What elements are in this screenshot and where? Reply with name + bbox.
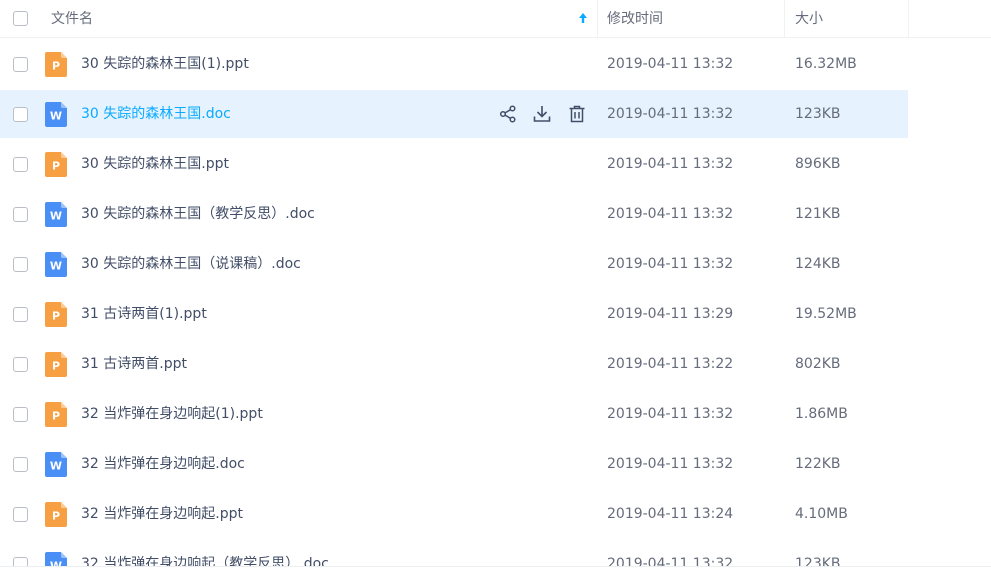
modified-time: 2019-04-11 13:32 [607,206,734,222]
file-row[interactable]: P 30 失踪的森林王国.ppt 2019-04-11 13:32 896KB [0,139,991,189]
modified-time: 2019-04-11 13:32 [607,156,734,172]
svg-text:P: P [52,310,60,323]
file-size: 122KB [795,456,841,472]
file-size: 121KB [795,206,841,222]
file-name[interactable]: 30 失踪的森林王国（教学反思）.doc [81,189,315,239]
file-size: 802KB [795,356,841,372]
file-row[interactable]: P 30 失踪的森林王国(1).ppt 2019-04-11 13:32 16.32M… [0,39,991,89]
file-row[interactable]: P 31 古诗两首(1).ppt 2019-04-11 13:29 19.52MB [0,289,991,339]
file-name[interactable]: 32 当炸弹在身边响起.doc [81,439,245,489]
row-checkbox[interactable] [13,107,28,122]
file-row[interactable]: W 32 当炸弹在身边响起.doc 2019-04-11 13:32 122KB [0,439,991,489]
modified-time: 2019-04-11 13:22 [607,356,734,372]
modified-time: 2019-04-11 13:29 [607,306,734,322]
ppt-file-icon: P [45,402,67,427]
file-size: 896KB [795,156,841,172]
file-size: 1.86MB [795,406,848,422]
download-icon[interactable] [532,104,552,124]
row-checkbox[interactable] [13,207,28,222]
file-name[interactable]: 30 失踪的森林王国.ppt [81,139,229,189]
svg-text:P: P [52,60,60,73]
row-checkbox[interactable] [13,407,28,422]
column-header-size[interactable]: 大小 [795,0,823,38]
file-row[interactable]: W 30 失踪的森林王国.doc 2019-04-11 13:32 123KB [0,89,991,139]
svg-text:P: P [52,160,60,173]
word-file-icon: W [45,452,67,477]
word-file-icon: W [45,202,67,227]
trash-icon[interactable] [567,104,587,124]
file-name[interactable]: 30 失踪的森林王国(1).ppt [81,39,249,89]
file-name[interactable]: 30 失踪的森林王国.doc [81,89,231,139]
sort-ascending-icon[interactable] [577,11,589,25]
svg-text:P: P [52,510,60,523]
file-row[interactable]: W 30 失踪的森林王国（说课稿）.doc 2019-04-11 13:32 124K… [0,239,991,289]
select-all-checkbox[interactable] [13,11,28,26]
file-row[interactable]: P 31 古诗两首.ppt 2019-04-11 13:22 802KB [0,339,991,389]
ppt-file-icon: P [45,152,67,177]
modified-time: 2019-04-11 13:32 [607,256,734,272]
file-size: 4.10MB [795,506,848,522]
svg-text:P: P [52,360,60,373]
column-header-name[interactable]: 文件名 [51,0,93,38]
file-row[interactable]: P 32 当炸弹在身边响起.ppt 2019-04-11 13:24 4.10MB [0,489,991,539]
ppt-file-icon: P [45,502,67,527]
file-size: 123KB [795,556,841,569]
row-checkbox[interactable] [13,157,28,172]
file-row[interactable]: W 32 当炸弹在身边响起（教学反思）.doc 2019-04-11 13:32 12… [0,539,991,569]
row-checkbox[interactable] [13,307,28,322]
file-size: 16.32MB [795,56,857,72]
modified-time: 2019-04-11 13:32 [607,556,734,569]
svg-text:W: W [50,110,62,123]
row-checkbox[interactable] [13,357,28,372]
row-checkbox[interactable] [13,457,28,472]
file-name[interactable]: 32 当炸弹在身边响起（教学反思）.doc [81,539,329,569]
svg-text:P: P [52,410,60,423]
row-checkbox[interactable] [13,257,28,272]
modified-time: 2019-04-11 13:32 [607,56,734,72]
ppt-file-icon: P [45,352,67,377]
column-divider [784,0,785,38]
file-name[interactable]: 31 古诗两首.ppt [81,339,187,389]
file-size: 124KB [795,256,841,272]
file-size: 19.52MB [795,306,857,322]
svg-text:W: W [50,210,62,223]
column-divider [908,0,909,38]
modified-time: 2019-04-11 13:24 [607,506,734,522]
file-size: 123KB [795,106,841,122]
modified-time: 2019-04-11 13:32 [607,406,734,422]
file-name[interactable]: 32 当炸弹在身边响起.ppt [81,489,243,539]
row-checkbox[interactable] [13,507,28,522]
svg-text:W: W [50,460,62,473]
modified-time: 2019-04-11 13:32 [607,106,734,122]
share-icon[interactable] [498,104,518,124]
ppt-file-icon: P [45,52,67,77]
file-row[interactable]: P 32 当炸弹在身边响起(1).ppt 2019-04-11 13:32 1.86M… [0,389,991,439]
ppt-file-icon: P [45,302,67,327]
file-list-header: 文件名 修改时间 大小 [0,0,991,38]
modified-time: 2019-04-11 13:32 [607,456,734,472]
file-row[interactable]: W 30 失踪的森林王国（教学反思）.doc 2019-04-11 13:32 121… [0,189,991,239]
file-list-window: 文件名 修改时间 大小 P 30 失踪的森林王国(1).ppt 2019-04-11… [0,0,991,569]
svg-text:W: W [50,260,62,273]
word-file-icon: W [45,252,67,277]
file-name[interactable]: 30 失踪的森林王国（说课稿）.doc [81,239,301,289]
row-checkbox[interactable] [13,57,28,72]
column-header-time[interactable]: 修改时间 [607,0,663,38]
file-name[interactable]: 32 当炸弹在身边响起(1).ppt [81,389,263,439]
word-file-icon: W [45,102,67,127]
column-divider [597,0,598,38]
file-name[interactable]: 31 古诗两首(1).ppt [81,289,207,339]
